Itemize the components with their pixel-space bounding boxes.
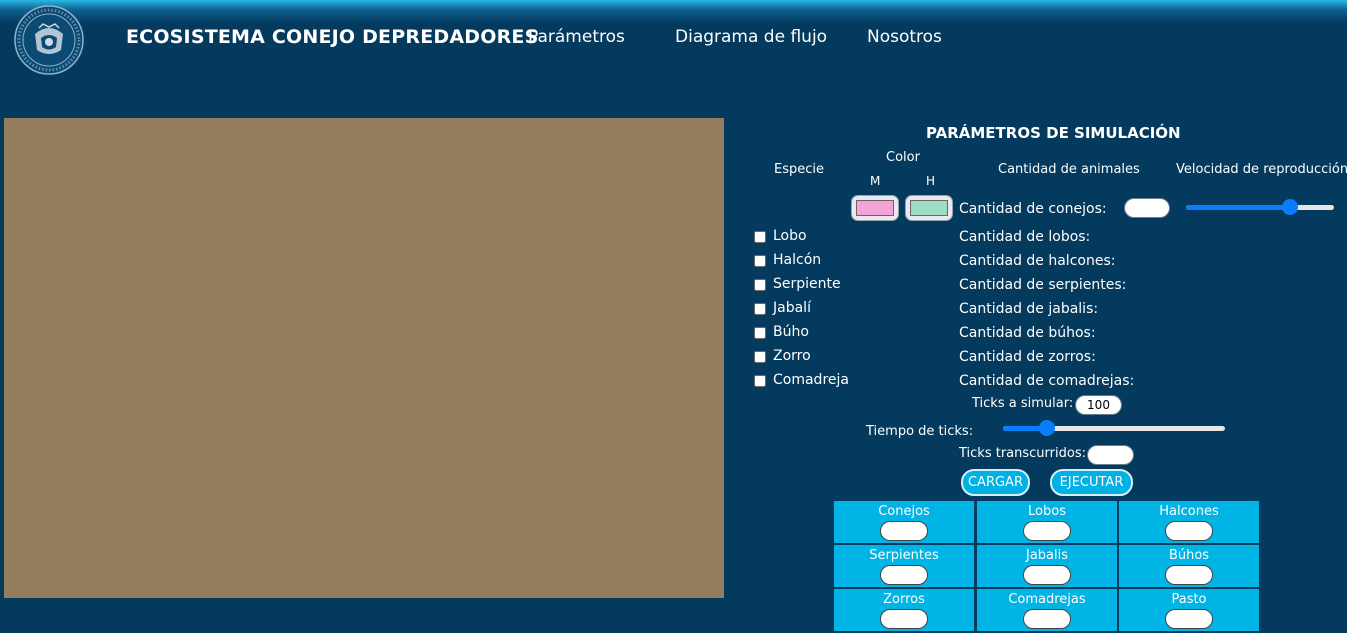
- checkbox-label: Búho: [773, 324, 809, 340]
- rabbits-amount-input[interactable]: [1124, 198, 1170, 218]
- color-picker-male[interactable]: [851, 195, 899, 221]
- count-cell-jabalis: Jabalis: [977, 545, 1117, 587]
- checkbox-box[interactable]: [754, 351, 766, 363]
- nav-diagrama-de-flujo[interactable]: Diagrama de flujo: [675, 27, 827, 47]
- owls-amount-label: Cantidad de búhos:: [959, 325, 1096, 341]
- load-button[interactable]: CARGAR: [961, 469, 1030, 496]
- count-label: Búhos: [1168, 548, 1210, 563]
- wolves-amount-label: Cantidad de lobos:: [959, 229, 1091, 245]
- column-header-amount: Cantidad de animales: [998, 162, 1140, 177]
- nav-parametros[interactable]: Parámetros: [528, 27, 625, 47]
- color-picker-female[interactable]: [905, 195, 953, 221]
- count-label: Zorros: [883, 592, 925, 607]
- app-page: ECOSISTEMA CONEJO DEPREDADORES Parámetro…: [0, 0, 1347, 633]
- color-swatch-female: [910, 200, 948, 216]
- count-value: [1165, 521, 1213, 541]
- snakes-amount-label: Cantidad de serpientes:: [959, 277, 1127, 293]
- panel-title: PARÁMETROS DE SIMULACIÓN: [926, 124, 1181, 142]
- tick-time-slider[interactable]: [1003, 420, 1225, 436]
- count-label: Halcones: [1159, 504, 1219, 519]
- rabbits-amount-label: Cantidad de conejos:: [959, 201, 1107, 217]
- run-button[interactable]: EJECUTAR: [1050, 469, 1133, 496]
- checkbox-box[interactable]: [754, 327, 766, 339]
- color-male-label: M: [870, 174, 881, 188]
- checkbox-label: Comadreja: [773, 372, 849, 388]
- count-cell-zorros: Zorros: [834, 589, 974, 631]
- count-label: Serpientes: [869, 548, 939, 563]
- simulation-canvas[interactable]: [4, 118, 724, 598]
- top-navbar: ECOSISTEMA CONEJO DEPREDADORES Parámetro…: [0, 0, 1347, 80]
- checkbox-label: Serpiente: [773, 276, 841, 292]
- university-seal-icon[interactable]: [11, 4, 87, 76]
- color-female-label: H: [926, 174, 936, 188]
- checkbox-box[interactable]: [754, 279, 766, 291]
- count-value: [1023, 565, 1071, 585]
- count-value: [880, 565, 928, 585]
- checkbox-label: Halcón: [773, 252, 822, 268]
- hawks-amount-label: Cantidad de halcones:: [959, 253, 1116, 269]
- count-value: [880, 609, 928, 629]
- count-value: [1165, 609, 1213, 629]
- elapsed-ticks-label: Ticks transcurridos:: [959, 446, 1086, 461]
- count-label: Conejos: [878, 504, 930, 519]
- boars-amount-label: Cantidad de jabalis:: [959, 301, 1099, 317]
- count-label: Lobos: [1028, 504, 1066, 519]
- count-cell-buhos: Búhos: [1119, 545, 1259, 587]
- elapsed-ticks-input[interactable]: [1087, 445, 1134, 465]
- column-header-color: Color: [886, 150, 920, 165]
- reproduction-speed-slider[interactable]: [1186, 199, 1334, 215]
- checkbox-label: Lobo: [773, 228, 807, 244]
- count-cell-serpientes: Serpientes: [834, 545, 974, 587]
- ticks-to-simulate-input[interactable]: [1075, 395, 1122, 415]
- count-value: [1023, 609, 1071, 629]
- slider-thumb[interactable]: [1281, 199, 1298, 215]
- count-value: [1023, 521, 1071, 541]
- count-cell-comadrejas: Comadrejas: [977, 589, 1117, 631]
- nav-nosotros[interactable]: Nosotros: [867, 27, 942, 47]
- foxes-amount-label: Cantidad de zorros:: [959, 349, 1096, 365]
- count-cell-pasto: Pasto: [1119, 589, 1259, 631]
- checkbox-box[interactable]: [754, 255, 766, 267]
- count-value: [1165, 565, 1213, 585]
- ticks-to-simulate-label: Ticks a simular:: [972, 396, 1074, 411]
- column-header-speed: Velocidad de reproducción: [1176, 162, 1347, 177]
- count-label: Comadrejas: [1008, 592, 1086, 607]
- count-cell-halcones: Halcones: [1119, 501, 1259, 543]
- count-value: [880, 521, 928, 541]
- checkbox-box[interactable]: [754, 231, 766, 243]
- color-swatch-male: [856, 200, 894, 216]
- count-cell-lobos: Lobos: [977, 501, 1117, 543]
- column-header-species: Especie: [774, 162, 824, 177]
- count-label: Jabalis: [1025, 548, 1068, 563]
- count-cell-conejos: Conejos: [834, 501, 974, 543]
- checkbox-label: Zorro: [773, 348, 811, 364]
- weasels-amount-label: Cantidad de comadrejas:: [959, 373, 1135, 389]
- app-title: ECOSISTEMA CONEJO DEPREDADORES: [126, 26, 539, 48]
- population-counts-grid: Conejos Lobos Halcones Serpientes Jabali…: [834, 500, 1261, 633]
- checkbox-box[interactable]: [754, 375, 766, 387]
- tick-time-label: Tiempo de ticks:: [866, 424, 974, 439]
- checkbox-box[interactable]: [754, 303, 766, 315]
- checkbox-label: Jabalí: [773, 300, 811, 316]
- slider-thumb[interactable]: [1039, 420, 1056, 436]
- count-label: Pasto: [1171, 592, 1207, 607]
